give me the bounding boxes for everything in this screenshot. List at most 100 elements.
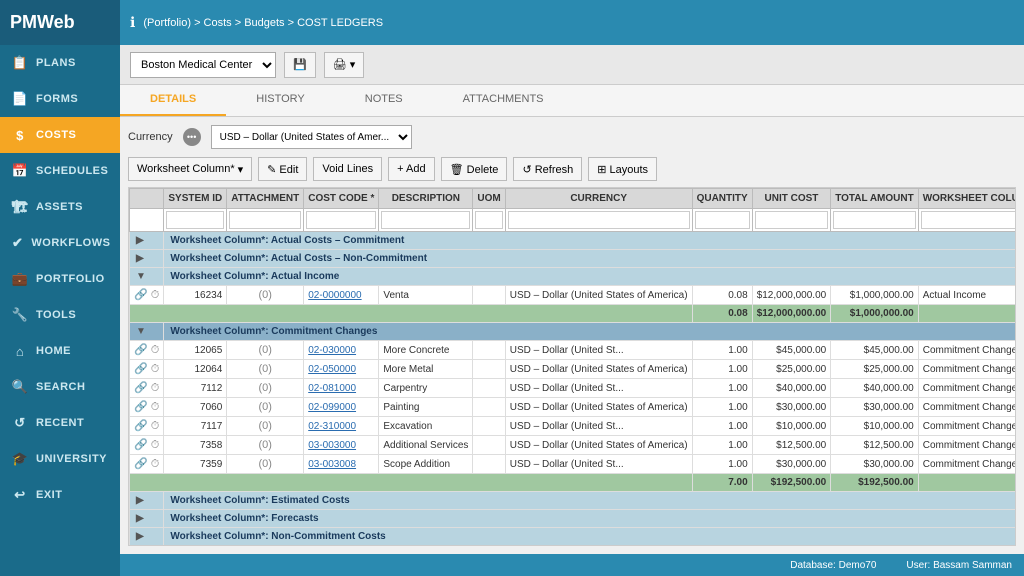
clock-icon[interactable]: ⏱ <box>151 401 160 413</box>
sidebar-label-portfolio: PORTFOLIO <box>36 273 105 285</box>
clock-icon[interactable]: ⏱ <box>151 344 160 356</box>
link-icon[interactable]: 🔗 <box>134 363 148 375</box>
tab-notes[interactable]: NOTES <box>335 85 433 116</box>
link-icon[interactable]: 🔗 <box>134 401 148 413</box>
sidebar-item-tools[interactable]: 🔧 TOOLS <box>0 297 120 333</box>
home-icon: ⌂ <box>12 343 28 359</box>
cell-cost-code[interactable]: 02-030000 <box>304 341 379 360</box>
refresh-button[interactable]: ↺ Refresh <box>513 157 582 181</box>
worksheet-dropdown-label: Worksheet Column* <box>137 163 235 175</box>
cell-cost-code[interactable]: 02-081000 <box>304 379 379 398</box>
cell-cost-code[interactable]: 03-003008 <box>304 455 379 474</box>
expand-icon-4[interactable]: ▼ <box>136 326 146 337</box>
app-logo: PMWeb <box>0 0 120 45</box>
filter-total-amount-input[interactable] <box>833 211 916 229</box>
clock-icon[interactable]: ⏱ <box>151 363 160 375</box>
layouts-button[interactable]: ⊞ Layouts <box>588 157 657 181</box>
expand-icon-6[interactable]: ▶ <box>136 513 144 524</box>
sidebar-item-university[interactable]: 🎓 UNIVERSITY <box>0 441 120 477</box>
cell-uom <box>473 360 505 379</box>
cell-cost-code[interactable]: 02-099000 <box>304 398 379 417</box>
link-icon[interactable]: 🔗 <box>134 439 148 451</box>
sidebar-item-search[interactable]: 🔍 SEARCH <box>0 369 120 405</box>
group-actual-costs-commitment[interactable]: ▶ Worksheet Column*: Actual Costs – Comm… <box>130 232 1017 250</box>
save-button[interactable]: 💾 <box>284 52 316 78</box>
link-icon[interactable]: 🔗 <box>134 420 148 432</box>
delete-button[interactable]: 🗑 Delete <box>441 157 508 181</box>
sidebar-item-assets[interactable]: 🏗 ASSETS <box>0 189 120 225</box>
link-icon[interactable]: 🔗 <box>134 289 148 301</box>
link-icon[interactable]: 🔗 <box>134 458 148 470</box>
sidebar-item-exit[interactable]: ↩ EXIT <box>0 477 120 513</box>
add-button[interactable]: + Add <box>388 157 434 181</box>
cell-description: Venta <box>379 286 473 305</box>
cell-unit-cost: $25,000.00 <box>752 360 831 379</box>
cell-total-amount: $30,000.00 <box>831 398 919 417</box>
expand-icon[interactable]: ▶ <box>136 235 144 246</box>
group-actual-costs-non-commitment[interactable]: ▶ Worksheet Column*: Actual Costs – Non-… <box>130 250 1017 268</box>
sidebar-item-workflows[interactable]: ✔ WORKFLOWS <box>0 225 120 261</box>
cell-cost-code[interactable]: 02-310000 <box>304 417 379 436</box>
sidebar-item-plans[interactable]: 📋 PLANS <box>0 45 120 81</box>
print-button[interactable]: 🖨 ▾ <box>324 52 365 78</box>
sidebar-label-home: HOME <box>36 345 71 357</box>
project-selector[interactable]: Boston Medical Center <box>130 52 276 78</box>
sidebar-item-costs[interactable]: $ COSTS <box>0 117 120 153</box>
filter-unit-cost-input[interactable] <box>755 211 829 229</box>
expand-icon-5[interactable]: ▶ <box>136 495 144 506</box>
group-original-commitments[interactable]: ▼ Worksheet Column*: Original Commitment… <box>130 546 1017 547</box>
filter-quantity-input[interactable] <box>695 211 750 229</box>
cell-worksheet-col: Commitment Changes <box>918 417 1016 436</box>
tab-details[interactable]: DETAILS <box>120 85 226 116</box>
col-attachment: ATTACHMENT <box>227 189 304 209</box>
filter-worksheet-input[interactable] <box>921 211 1016 229</box>
expand-icon-3[interactable]: ▼ <box>136 271 146 282</box>
group-forecasts[interactable]: ▶ Worksheet Column*: Forecasts <box>130 510 1017 528</box>
edit-button[interactable]: ✎ Edit <box>258 157 307 181</box>
group-estimated-costs[interactable]: ▶ Worksheet Column*: Estimated Costs <box>130 492 1017 510</box>
expand-icon-7[interactable]: ▶ <box>136 531 144 542</box>
sidebar-label-forms: FORMS <box>36 93 78 105</box>
cost-ledger-table: SYSTEM ID ATTACHMENT COST CODE * DESCRIP… <box>129 188 1016 546</box>
void-lines-button[interactable]: Void Lines <box>313 157 382 181</box>
filter-attachment-input[interactable] <box>229 211 301 229</box>
filter-description-input[interactable] <box>381 211 470 229</box>
cell-cost-code[interactable]: 02-050000 <box>304 360 379 379</box>
filter-currency-input[interactable] <box>508 211 690 229</box>
sidebar-item-forms[interactable]: 📄 FORMS <box>0 81 120 117</box>
filter-system-id-input[interactable] <box>166 211 224 229</box>
sidebar-item-home[interactable]: ⌂ HOME <box>0 333 120 369</box>
filter-cost-code-input[interactable] <box>306 211 376 229</box>
cell-system-id: 12064 <box>164 360 227 379</box>
cell-uom <box>473 341 505 360</box>
col-icons <box>130 189 164 209</box>
worksheet-column-dropdown[interactable]: Worksheet Column* ▾ <box>128 157 252 181</box>
sidebar-label-workflows: WORKFLOWS <box>31 237 110 249</box>
subtotal-rest <box>918 474 1016 492</box>
sidebar-item-portfolio[interactable]: 💼 PORTFOLIO <box>0 261 120 297</box>
clock-icon[interactable]: ⏱ <box>151 420 160 432</box>
link-icon[interactable]: 🔗 <box>134 344 148 356</box>
tab-history[interactable]: HISTORY <box>226 85 335 116</box>
cell-att: (0) <box>227 455 304 474</box>
column-header-row: SYSTEM ID ATTACHMENT COST CODE * DESCRIP… <box>130 189 1017 209</box>
clock-icon[interactable]: ⏱ <box>151 439 160 451</box>
link-icon[interactable]: 🔗 <box>134 382 148 394</box>
expand-icon-2[interactable]: ▶ <box>136 253 144 264</box>
sidebar-item-schedules[interactable]: 📅 SCHEDULES <box>0 153 120 189</box>
table-row: 🔗 ⏱ 12065 (0) 02-030000 More Concrete US… <box>130 341 1017 360</box>
tabs-bar: DETAILS HISTORY NOTES ATTACHMENTS <box>120 85 1024 117</box>
clock-icon[interactable]: ⏱ <box>151 289 160 301</box>
clock-icon[interactable]: ⏱ <box>151 382 160 394</box>
group-non-commitment-costs[interactable]: ▶ Worksheet Column*: Non-Commitment Cost… <box>130 528 1017 546</box>
cell-cost-code[interactable]: 03-003000 <box>304 436 379 455</box>
clock-icon[interactable]: ⏱ <box>151 458 160 470</box>
group-commitment-changes[interactable]: ▼ Worksheet Column*: Commitment Changes <box>130 323 1017 341</box>
group-actual-income[interactable]: ▼ Worksheet Column*: Actual Income <box>130 268 1017 286</box>
cell-cost-code[interactable]: 02-0000000 <box>304 286 379 305</box>
currency-selector[interactable]: USD – Dollar (United States of Amer... <box>211 125 412 149</box>
filter-uom-input[interactable] <box>475 211 502 229</box>
info-icon[interactable]: ℹ <box>130 14 135 31</box>
tab-attachments[interactable]: ATTACHMENTS <box>433 85 574 116</box>
sidebar-item-recent[interactable]: ↺ RECENT <box>0 405 120 441</box>
